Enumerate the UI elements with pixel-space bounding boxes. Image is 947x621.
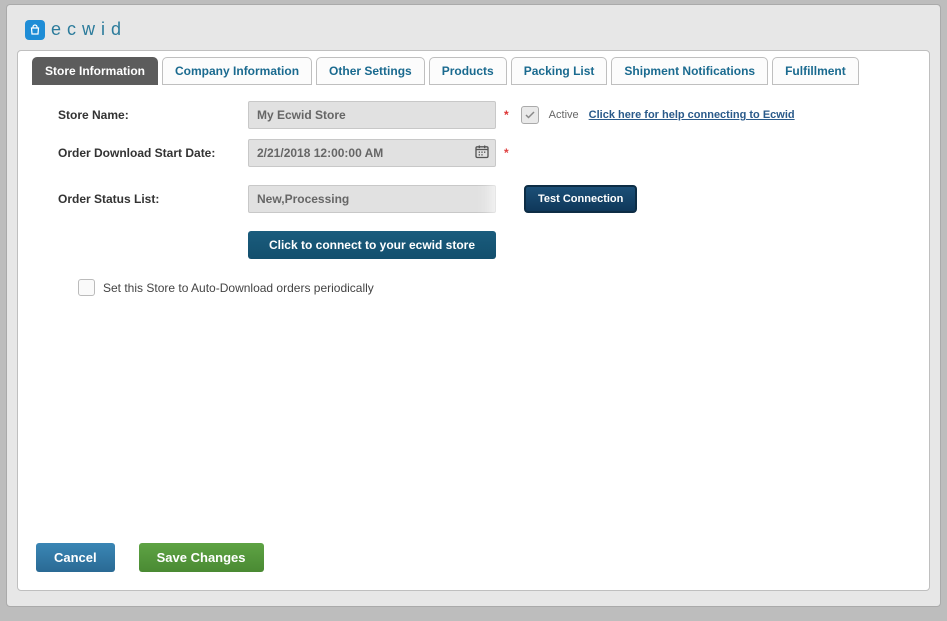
row-connect: Click to connect to your ecwid store [58,231,909,259]
logo-row: ecwid [25,19,930,40]
row-auto-download: Set this Store to Auto-Download orders p… [78,279,909,296]
order-status-label: Order Status List: [58,192,248,206]
auto-download-checkbox[interactable] [78,279,95,296]
store-name-input[interactable] [248,101,496,129]
row-download-date: Order Download Start Date: [58,139,909,167]
tab-container: Store Information Company Information Ot… [17,50,930,591]
store-name-label: Store Name: [58,108,248,122]
logo-text: ecwid [51,19,127,40]
required-marker: * [504,108,509,122]
download-date-input[interactable] [248,139,496,167]
ecwid-bag-icon [25,20,45,40]
save-button[interactable]: Save Changes [139,543,264,572]
cancel-button[interactable]: Cancel [36,543,115,572]
active-checkbox[interactable] [521,106,539,124]
main-card: ecwid Store Information Company Informat… [6,4,941,607]
download-date-label: Order Download Start Date: [58,146,248,160]
footer-buttons: Cancel Save Changes [36,543,264,572]
test-connection-highlight: Test Connection [508,177,653,221]
calendar-icon[interactable] [474,144,490,163]
auto-download-label: Set this Store to Auto-Download orders p… [103,281,374,295]
required-marker: * [504,146,509,160]
row-order-status: Order Status List: Test Connection [58,177,909,221]
row-store-name: Store Name: * Active Click here for help… [58,101,909,129]
active-label: Active [549,109,579,121]
connect-ecwid-button[interactable]: Click to connect to your ecwid store [248,231,496,259]
tab-body: Store Name: * Active Click here for help… [18,51,929,590]
help-link[interactable]: Click here for help connecting to Ecwid [589,109,795,121]
page-backdrop: ecwid Store Information Company Informat… [0,0,947,621]
test-connection-button[interactable]: Test Connection [524,185,637,213]
order-status-input[interactable] [248,185,496,213]
download-date-wrap [248,139,496,167]
